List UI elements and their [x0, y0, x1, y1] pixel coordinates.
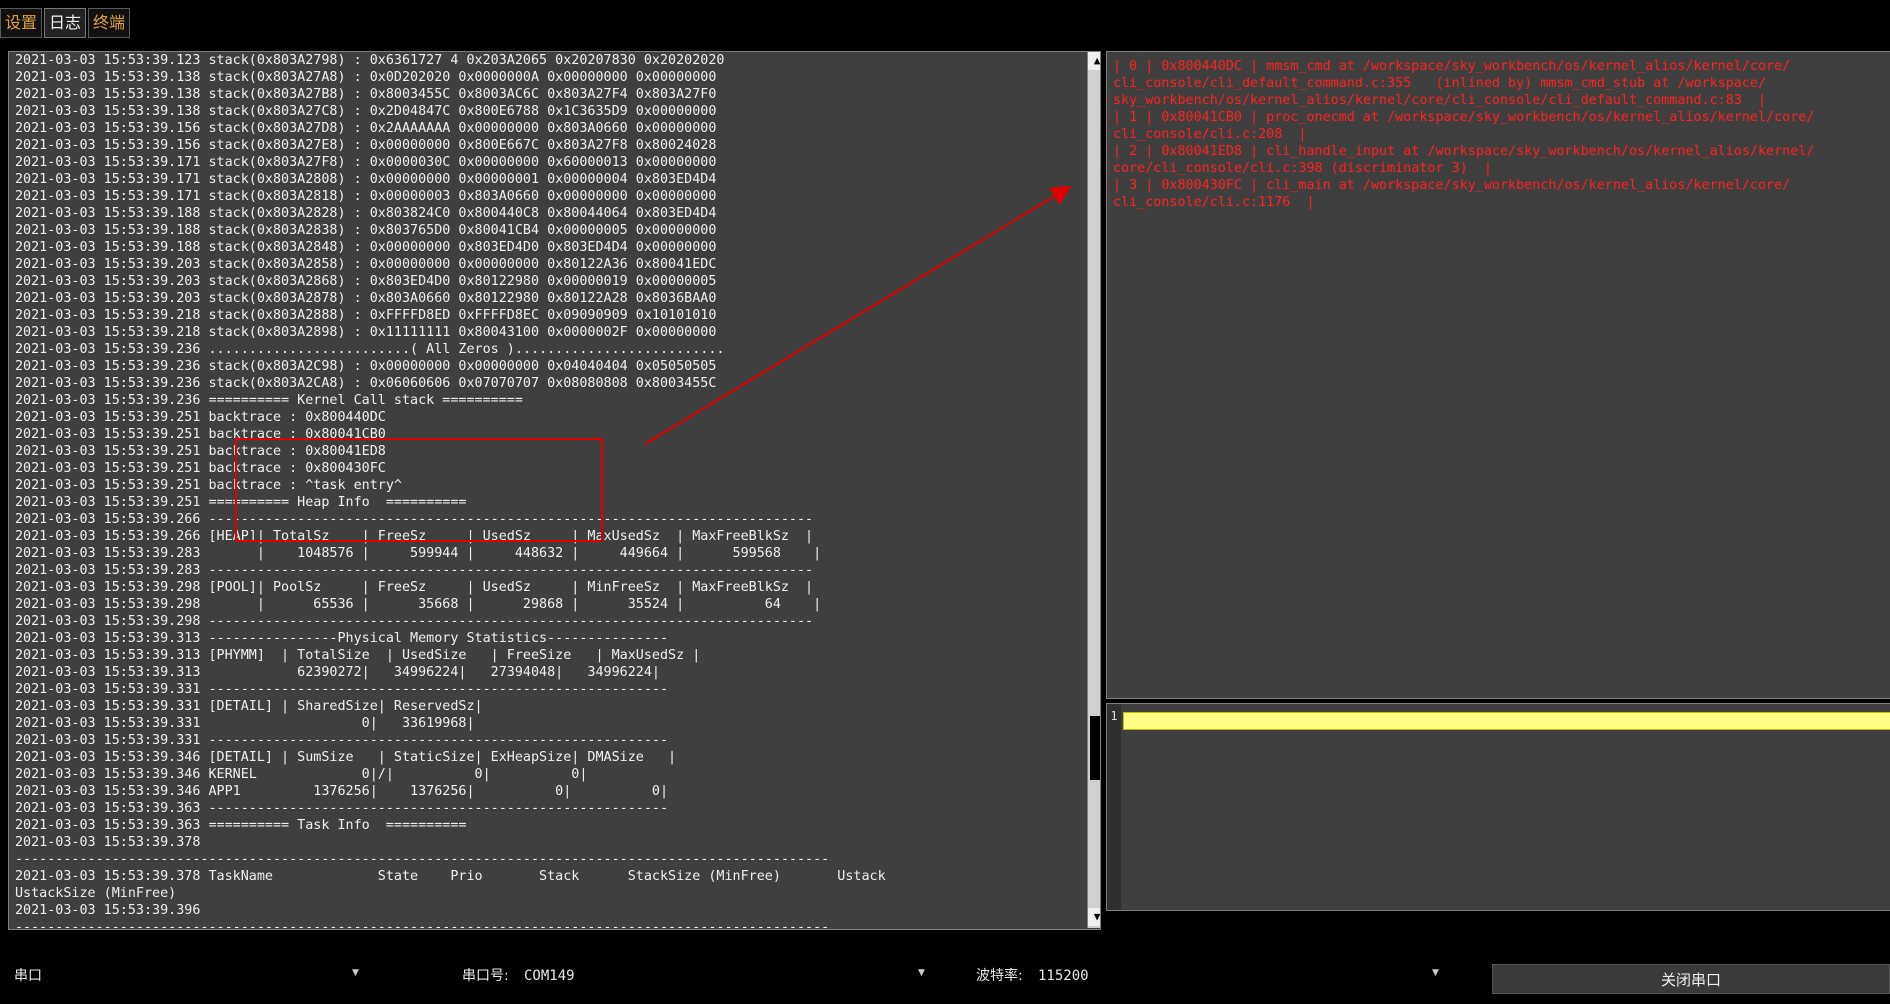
log-line: 2021-03-03 15:53:39.203 stack(0x803A2878… [15, 291, 717, 306]
log-line: 2021-03-03 15:53:39.236 stack(0x803A2C98… [15, 359, 717, 374]
log-line: 2021-03-03 15:53:39.138 stack(0x803A27A8… [15, 70, 717, 85]
tab-bar: 设置 日志 终端 [0, 8, 132, 38]
log-line: 2021-03-03 15:53:39.363 ----------------… [15, 801, 669, 816]
log-line: 2021-03-03 15:53:39.236 ................… [15, 342, 725, 357]
log-line: 2021-03-03 15:53:39.156 stack(0x803A27E8… [15, 138, 717, 153]
log-line: 2021-03-03 15:53:39.138 stack(0x803A27B8… [15, 87, 717, 102]
log-line: 2021-03-03 15:53:39.266 [HEAP]| TotalSz … [15, 529, 814, 544]
log-line: 2021-03-03 15:53:39.331 0| 33619968| [15, 716, 475, 731]
log-line: 2021-03-03 15:53:39.236 ========== Kerne… [15, 393, 523, 408]
log-line: 2021-03-03 15:53:39.251 ========== Heap … [15, 495, 467, 510]
log-line: 2021-03-03 15:53:39.171 stack(0x803A2818… [15, 189, 717, 204]
scroll-thumb[interactable] [1090, 716, 1100, 780]
log-line: UstackSize (MinFree) [15, 886, 177, 901]
log-line: ----------------------------------------… [15, 920, 830, 930]
tab-terminal[interactable]: 终端 [88, 8, 131, 38]
line-number-gutter: 1 [1107, 704, 1121, 910]
baud-dropdown-arrow-icon[interactable]: ▼ [1432, 968, 1439, 978]
log-line: 2021-03-03 15:53:39.346 APP1 1376256| 13… [15, 784, 669, 799]
log-scrollbar[interactable]: ▲ ▼ [1087, 52, 1100, 928]
log-line: 2021-03-03 15:53:39.266 ----------------… [15, 512, 814, 527]
log-line: 2021-03-03 15:53:39.313 ----------------… [15, 631, 669, 646]
log-line: 2021-03-03 15:53:39.378 TaskName State P… [15, 869, 886, 884]
result-line: | 2 | 0x80041ED8 | cli_handle_input at /… [1113, 144, 1815, 159]
log-line: 2021-03-03 15:53:39.236 stack(0x803A2CA8… [15, 376, 717, 391]
log-line: 2021-03-03 15:53:39.138 stack(0x803A27C8… [15, 104, 717, 119]
log-panel[interactable]: 2021-03-03 15:53:39.123 stack(0x803A2798… [8, 51, 1101, 930]
result-lines: | 0 | 0x800440DC | mmsm_cmd at /workspac… [1107, 52, 1890, 211]
close-serial-button[interactable]: 关闭串口 [1492, 964, 1890, 994]
mode-select[interactable]: 串口 [14, 966, 42, 986]
log-line: 2021-03-03 15:53:39.251 backtrace : 0x80… [15, 427, 386, 442]
log-line: 2021-03-03 15:53:39.283 ----------------… [15, 563, 814, 578]
result-line: | 1 | 0x80041CB0 | proc_onecmd at /works… [1113, 110, 1815, 125]
log-line: 2021-03-03 15:53:39.283 | 1048576 | 5999… [15, 546, 822, 561]
log-line: 2021-03-03 15:53:39.251 backtrace : 0x80… [15, 461, 386, 476]
tab-log[interactable]: 日志 [44, 8, 87, 38]
log-line: 2021-03-03 15:53:39.378 [15, 835, 201, 850]
result-line: core/cli_console/cli.c:398 (discriminato… [1113, 161, 1492, 176]
log-line: 2021-03-03 15:53:39.218 stack(0x803A2898… [15, 325, 717, 340]
result-line: | 0 | 0x800440DC | mmsm_cmd at /workspac… [1113, 59, 1791, 74]
tab-settings[interactable]: 设置 [0, 8, 43, 38]
scroll-up-button[interactable]: ▲ [1088, 52, 1100, 70]
log-line: ----------------------------------------… [15, 852, 830, 867]
log-line: 2021-03-03 15:53:39.298 [POOL]| PoolSz |… [15, 580, 814, 595]
log-line: 2021-03-03 15:53:39.331 [DETAIL] | Share… [15, 699, 483, 714]
log-line: 2021-03-03 15:53:39.396 [15, 903, 201, 918]
log-lines: 2021-03-03 15:53:39.123 stack(0x803A2798… [15, 52, 1085, 930]
result-line: cli_console/cli.c:208 | [1113, 127, 1307, 142]
addr2line-result-panel[interactable]: | 0 | 0x800440DC | mmsm_cmd at /workspac… [1106, 51, 1890, 699]
log-line: 2021-03-03 15:53:39.363 ========== Task … [15, 818, 467, 833]
log-line: 2021-03-03 15:53:39.251 backtrace : 0x80… [15, 410, 386, 425]
log-line: 2021-03-03 15:53:39.171 stack(0x803A27F8… [15, 155, 717, 170]
result-line: cli_console/cli_default_command.c:355 (i… [1113, 76, 1767, 91]
log-line: 2021-03-03 15:53:39.251 backtrace : ^tas… [15, 478, 402, 493]
log-line: 2021-03-03 15:53:39.346 [DETAIL] | SumSi… [15, 750, 677, 765]
editor-current-line[interactable] [1123, 712, 1890, 730]
log-line: 2021-03-03 15:53:39.203 stack(0x803A2858… [15, 257, 717, 272]
baud-label: 波特率: [976, 968, 1023, 984]
log-line: 2021-03-03 15:53:39.188 stack(0x803A2828… [15, 206, 717, 221]
log-line: 2021-03-03 15:53:39.188 stack(0x803A2838… [15, 223, 717, 238]
log-line: 2021-03-03 15:53:39.298 | 65536 | 35668 … [15, 597, 822, 612]
log-line: 2021-03-03 15:53:39.203 stack(0x803A2868… [15, 274, 717, 289]
log-line: 2021-03-03 15:53:39.331 ----------------… [15, 733, 669, 748]
log-line: 2021-03-03 15:53:39.331 ----------------… [15, 682, 669, 697]
status-bar: 串口 ▼ 串口号: COM149 ▼ 波特率: 115200 ▼ 关闭串口 [0, 954, 1890, 998]
mode-dropdown-arrow-icon[interactable]: ▼ [352, 968, 359, 978]
log-line: 2021-03-03 15:53:39.346 KERNEL 0|/| 0| 0… [15, 767, 588, 782]
log-line: 2021-03-03 15:53:39.188 stack(0x803A2848… [15, 240, 717, 255]
baud-select[interactable]: 115200 [1038, 966, 1089, 986]
result-line: cli_console/cli.c:1176 | [1113, 195, 1315, 210]
scroll-down-button[interactable]: ▼ [1088, 908, 1100, 926]
port-dropdown-arrow-icon[interactable]: ▼ [918, 968, 925, 978]
log-line: 2021-03-03 15:53:39.218 stack(0x803A2888… [15, 308, 717, 323]
log-line: 2021-03-03 15:53:39.251 backtrace : 0x80… [15, 444, 386, 459]
log-line: 2021-03-03 15:53:39.171 stack(0x803A2808… [15, 172, 717, 187]
log-line: 2021-03-03 15:53:39.156 stack(0x803A27D8… [15, 121, 717, 136]
log-line: 2021-03-03 15:53:39.313 [PHYMM] | TotalS… [15, 648, 701, 663]
input-editor[interactable]: 1 [1106, 703, 1890, 911]
log-line: 2021-03-03 15:53:39.313 62390272| 349962… [15, 665, 660, 680]
port-label: 串口号: [462, 968, 509, 984]
log-line: 2021-03-03 15:53:39.123 stack(0x803A2798… [15, 53, 725, 68]
port-select[interactable]: COM149 [524, 966, 575, 986]
log-line: 2021-03-03 15:53:39.298 ----------------… [15, 614, 814, 629]
result-line: | 3 | 0x800430FC | cli_main at /workspac… [1113, 178, 1791, 193]
result-line: sky_workbench/os/kernel_alios/kernel/cor… [1113, 93, 1767, 108]
